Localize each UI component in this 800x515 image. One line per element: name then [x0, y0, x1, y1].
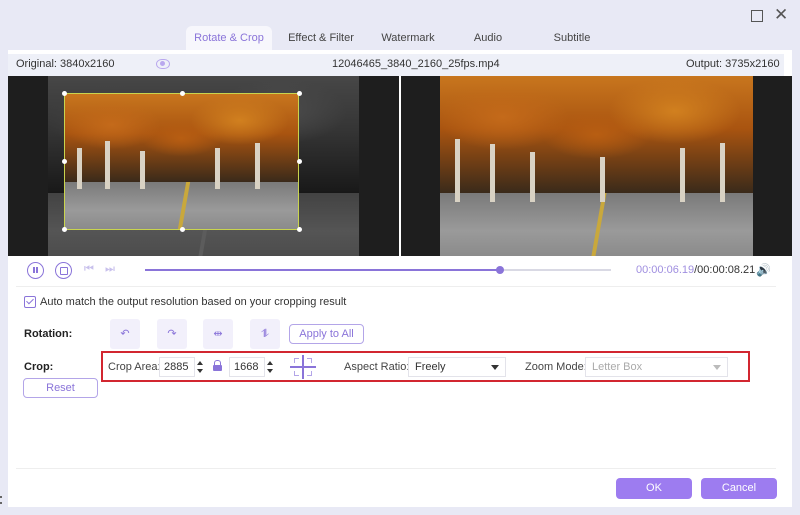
ok-button[interactable]: OK	[616, 478, 692, 499]
flip-horizontal-icon: ⇹	[213, 328, 223, 340]
tab-watermark[interactable]: Watermark	[370, 26, 446, 50]
tab-rotate-crop[interactable]: Rotate & Crop	[186, 26, 272, 50]
reset-button[interactable]: Reset	[23, 378, 98, 398]
apply-to-all-button[interactable]: Apply to All	[289, 324, 364, 344]
rotate-left-icon: ↶	[120, 328, 130, 340]
zoom-mode-value: Letter Box	[592, 361, 643, 373]
aspect-ratio-label: Aspect Ratio:	[344, 361, 410, 373]
auto-match-option[interactable]: Auto match the output resolution based o…	[24, 296, 346, 308]
crop-handle-top[interactable]	[180, 91, 185, 96]
stop-button[interactable]	[55, 262, 72, 279]
lock-icon[interactable]	[213, 360, 222, 372]
tab-effect-filter[interactable]: Effect & Filter	[272, 26, 370, 50]
seek-bar-progress	[145, 269, 501, 271]
crop-label: Crop:	[24, 361, 54, 373]
seek-handle[interactable]	[496, 266, 505, 274]
crop-handle-top-left[interactable]	[62, 91, 67, 96]
crop-handle-left[interactable]	[62, 159, 67, 164]
crop-handle-bottom[interactable]	[180, 227, 185, 232]
crop-height-stepper[interactable]	[265, 357, 275, 377]
crop-handle-right[interactable]	[297, 159, 302, 164]
next-frame-icon[interactable]: ⏭	[105, 263, 115, 276]
source-preview[interactable]	[8, 76, 399, 256]
crop-height-input[interactable]: 1668	[229, 357, 265, 377]
output-resolution: Output: 3735x2160	[686, 58, 780, 70]
flip-vertical-icon: ⥮	[261, 328, 269, 340]
output-image	[440, 76, 753, 256]
pause-button[interactable]	[27, 262, 44, 279]
previous-frame-icon[interactable]: ⏮	[84, 263, 94, 276]
crop-handle-top-right[interactable]	[297, 91, 302, 96]
info-bar: Original: 3840x2160 12046465_3840_2160_2…	[8, 54, 784, 76]
flip-horizontal-button[interactable]: ⇹	[203, 319, 233, 349]
chevron-down-icon	[713, 365, 721, 370]
original-resolution: Original: 3840x2160	[16, 58, 115, 70]
center-crop-icon[interactable]	[290, 355, 316, 379]
flip-vertical-button[interactable]: ⥮	[250, 319, 280, 349]
rotate-right-button[interactable]: ↷	[157, 319, 187, 349]
volume-icon[interactable]: 🔊	[756, 263, 771, 277]
crop-handle-bottom-left[interactable]	[62, 227, 67, 232]
rotation-label: Rotation:	[24, 328, 73, 340]
tab-bar: Rotate & Crop Effect & Filter Watermark …	[186, 26, 614, 50]
crop-area-label: Crop Area:	[108, 361, 161, 373]
crop-frame[interactable]	[62, 91, 302, 232]
resize-grip[interactable]	[0, 494, 3, 506]
rotate-right-icon: ↷	[167, 328, 177, 340]
cancel-button[interactable]: Cancel	[701, 478, 777, 499]
current-time: 00:00:06.19	[636, 264, 695, 276]
zoom-mode-label: Zoom Mode:	[525, 361, 587, 373]
time-readout: 00:00:06.19/00:00:08.21	[636, 264, 755, 276]
zoom-mode-select[interactable]: Letter Box	[585, 357, 728, 377]
eye-icon[interactable]	[156, 59, 170, 69]
close-icon: ✕	[774, 5, 789, 24]
aspect-ratio-value: Freely	[415, 361, 446, 373]
playback-controls: ⏮ ⏭ 00:00:06.19/00:00:08.21 🔊	[8, 260, 784, 282]
tab-audio[interactable]: Audio	[446, 26, 530, 50]
footer-divider	[16, 468, 776, 469]
rotate-left-button[interactable]: ↶	[110, 319, 140, 349]
output-preview	[401, 76, 792, 256]
file-name: 12046465_3840_2160_25fps.mp4	[332, 58, 500, 70]
auto-match-checkbox[interactable]	[24, 296, 36, 308]
divider	[16, 286, 776, 287]
chevron-down-icon	[491, 365, 499, 370]
crop-handle-bottom-right[interactable]	[297, 227, 302, 232]
seek-bar[interactable]	[145, 266, 611, 274]
crop-width-stepper[interactable]	[195, 357, 205, 377]
maximize-button[interactable]	[750, 8, 764, 22]
auto-match-label: Auto match the output resolution based o…	[40, 296, 347, 308]
aspect-ratio-select[interactable]: Freely	[408, 357, 506, 377]
tab-subtitle[interactable]: Subtitle	[530, 26, 614, 50]
crop-width-input[interactable]: 2885	[159, 357, 195, 377]
total-time: /00:00:08.21	[694, 264, 756, 276]
close-button[interactable]: ✕	[774, 5, 789, 24]
